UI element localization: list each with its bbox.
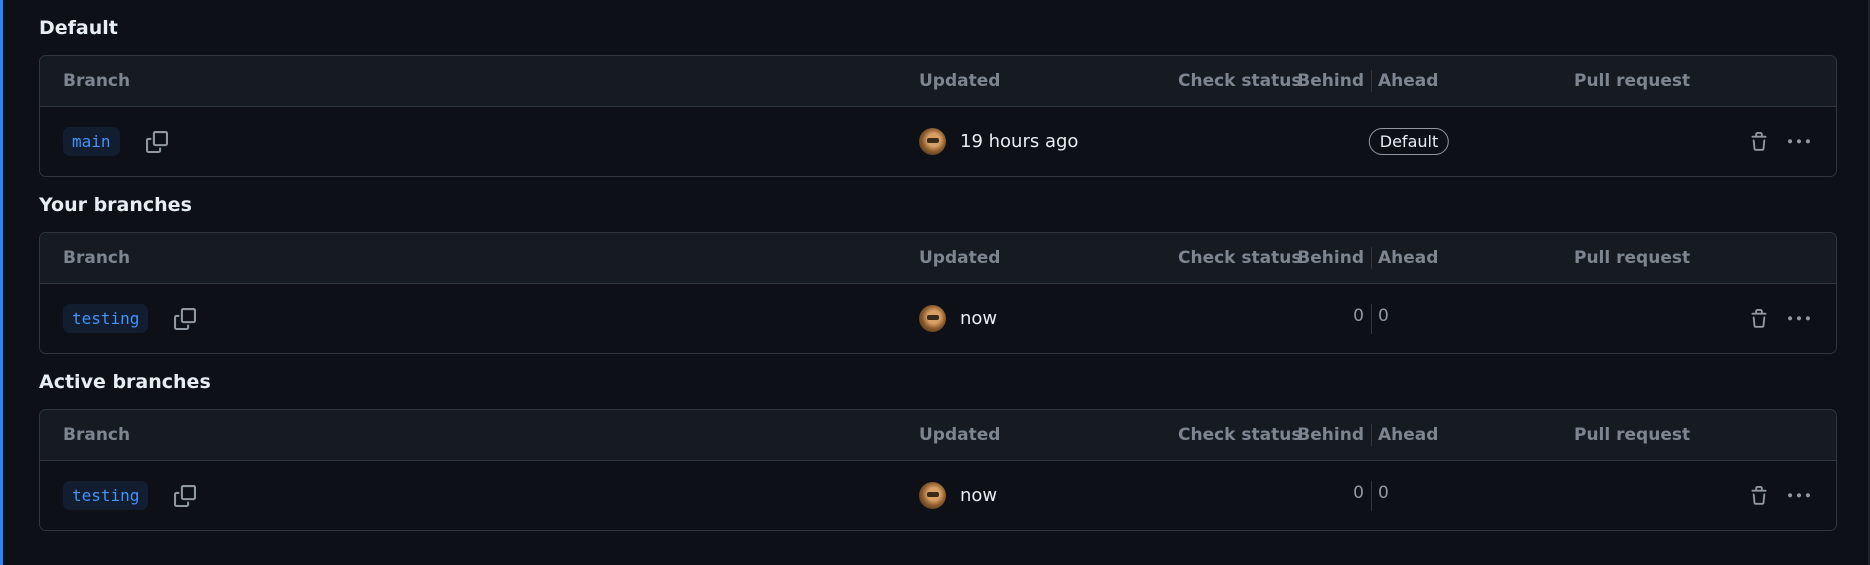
count-divider [1371,284,1372,353]
col-header-ahead: Ahead [1378,248,1439,268]
col-header-ahead: Ahead [1378,71,1439,91]
col-header-behind: Behind [1297,425,1364,445]
kebab-horizontal-icon[interactable] [1786,129,1812,155]
col-header-updated: Updated [919,71,1001,91]
col-header-branch: Branch [63,71,131,91]
copy-icon[interactable] [168,479,202,513]
table-row: testing now 0 0 [40,284,1836,353]
col-divider [1371,233,1372,283]
updated-time: now [960,308,998,329]
updated-time: now [960,485,998,506]
col-header-branch: Branch [63,425,131,445]
col-divider [1371,56,1372,106]
col-divider [1371,410,1372,460]
table-header: Branch Updated Check status Behind Ahead… [40,56,1836,107]
ahead-count: 0 [1378,482,1389,503]
col-header-ahead: Ahead [1378,425,1439,445]
col-header-branch: Branch [63,248,131,268]
col-header-behind: Behind [1297,248,1364,268]
branch-name-link[interactable]: testing [63,481,149,510]
user-avatar[interactable] [919,305,946,332]
kebab-horizontal-icon[interactable] [1786,306,1812,332]
section-title-active-branches: Active branches [39,371,211,393]
table-header: Branch Updated Check status Behind Ahead… [40,410,1836,461]
section-title-default: Default [39,17,118,39]
branch-table-default: Branch Updated Check status Behind Ahead… [39,55,1837,177]
trash-icon[interactable] [1746,306,1772,332]
branches-list: Default Branch Updated Check status Behi… [39,0,1837,531]
user-avatar[interactable] [919,482,946,509]
updated-time: 19 hours ago [960,131,1079,152]
behind-count: 0 [1353,482,1364,503]
col-header-pull-request: Pull request [1574,248,1691,268]
selection-accent-bar [0,0,3,565]
copy-icon[interactable] [168,302,202,336]
count-divider [1371,461,1372,530]
trash-icon[interactable] [1746,483,1772,509]
section-title-your-branches: Your branches [39,194,192,216]
behind-count: 0 [1353,305,1364,326]
branch-name-link[interactable]: testing [63,304,149,333]
kebab-horizontal-icon[interactable] [1786,483,1812,509]
col-header-pull-request: Pull request [1574,425,1691,445]
branch-name-link[interactable]: main [63,127,120,156]
table-row: main 19 hours ago Default [40,107,1836,176]
col-header-updated: Updated [919,248,1001,268]
branch-table-your-branches: Branch Updated Check status Behind Ahead… [39,232,1837,354]
branch-table-active-branches: Branch Updated Check status Behind Ahead… [39,409,1837,531]
col-header-behind: Behind [1297,71,1364,91]
ahead-count: 0 [1378,305,1389,326]
col-header-updated: Updated [919,425,1001,445]
user-avatar[interactable] [919,128,946,155]
default-badge: Default [1368,128,1450,155]
table-header: Branch Updated Check status Behind Ahead… [40,233,1836,284]
col-header-pull-request: Pull request [1574,71,1691,91]
copy-icon[interactable] [140,125,174,159]
table-row: testing now 0 0 [40,461,1836,530]
trash-icon[interactable] [1746,129,1772,155]
